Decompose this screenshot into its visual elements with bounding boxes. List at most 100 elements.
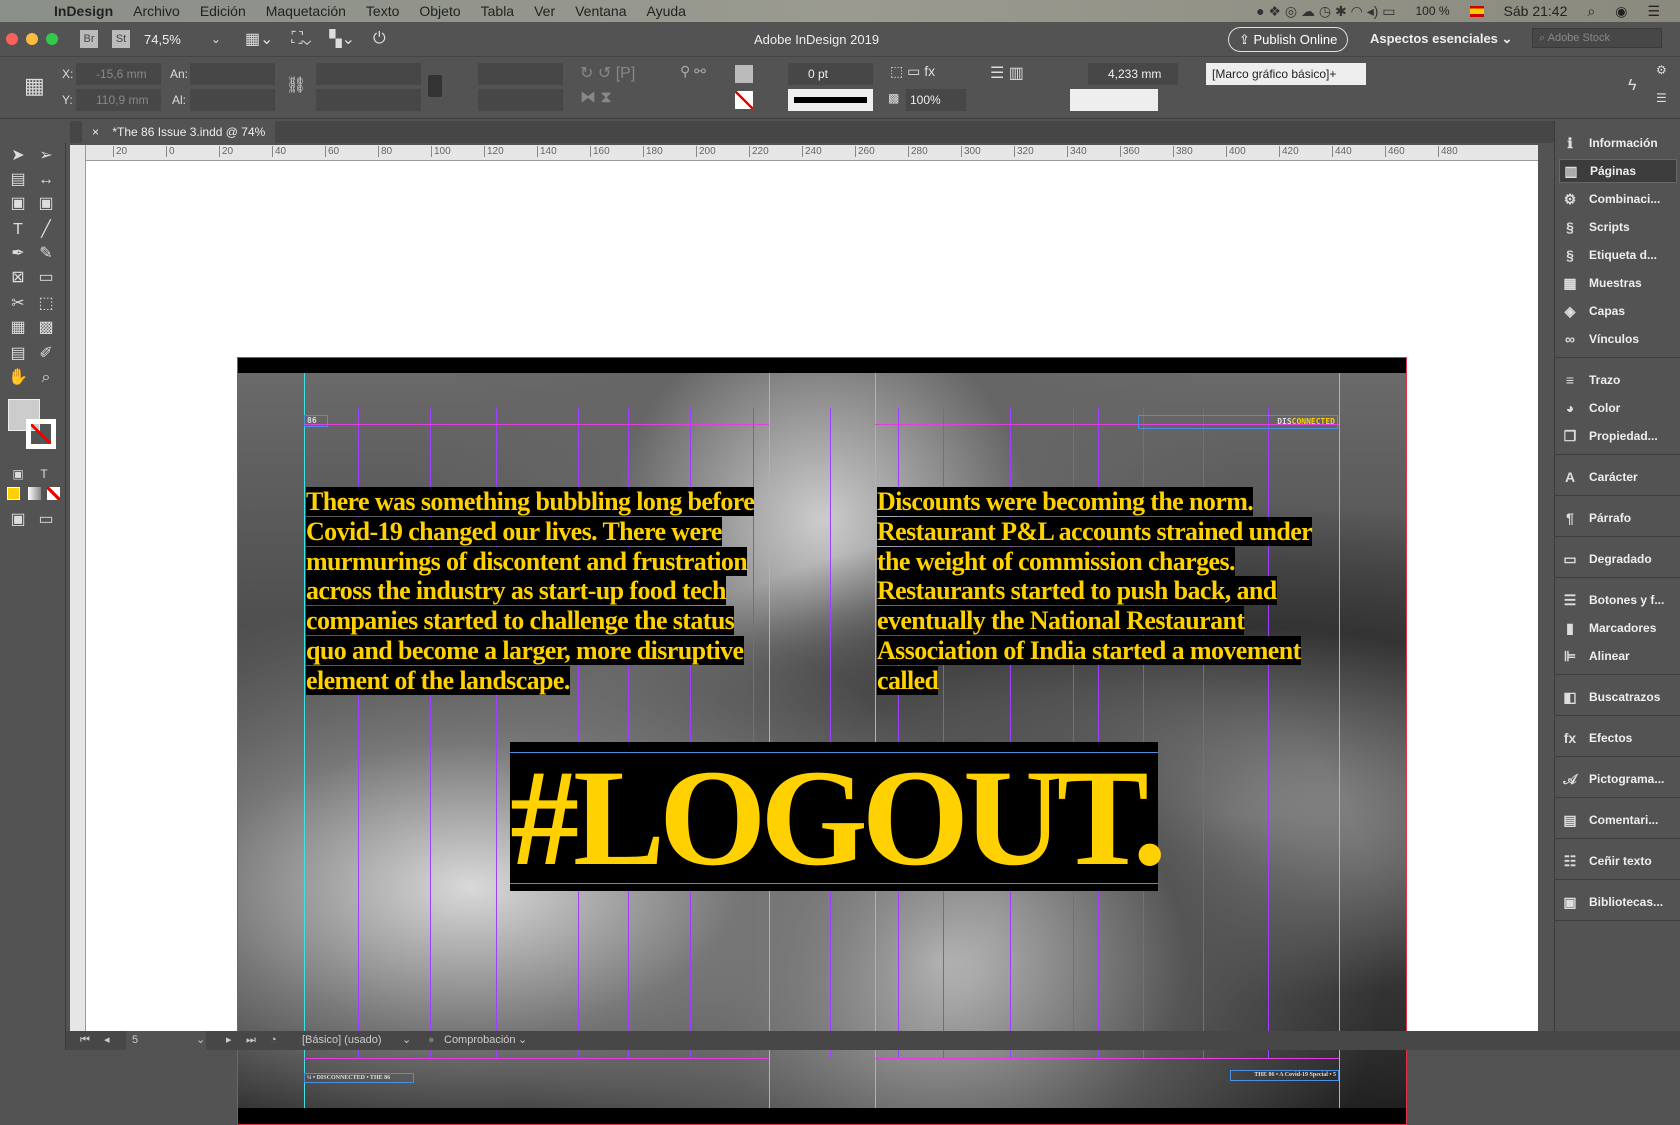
select-container-icons[interactable]: ⚲ ⚯: [680, 63, 706, 80]
horizontal-ruler[interactable]: 20 0 20 40 60 80 100 120 140 160 180 200 220 240 260 28…: [86, 145, 1538, 161]
panel-buttons[interactable]: ☰ Botones y f...: [1559, 588, 1677, 612]
panel-links[interactable]: ∞ Vínculos: [1559, 327, 1677, 351]
master-page-label[interactable]: [Básico] (usado): [302, 1031, 381, 1050]
prev-page-icon[interactable]: ◂: [104, 1031, 110, 1050]
menu-objeto[interactable]: Objeto: [419, 3, 460, 19]
notifications-icon[interactable]: ☰: [1647, 3, 1660, 20]
gradient-tool-icon[interactable]: ▦: [6, 317, 30, 339]
document-tab[interactable]: × *The 86 Issue 3.indd @ 74%: [82, 121, 276, 143]
arrange-documents-icon[interactable]: ▚⌄: [329, 29, 355, 49]
content-placer-icon[interactable]: ▣: [34, 193, 58, 215]
opacity-icon[interactable]: ▩: [888, 91, 899, 105]
stock-button[interactable]: St: [112, 30, 130, 48]
free-transform-tool-icon[interactable]: ⬚: [34, 293, 58, 315]
panel-pages[interactable]: ▥ Páginas: [1559, 159, 1677, 183]
vertical-ruler[interactable]: [70, 145, 86, 1031]
flip-icons[interactable]: ⧓ ⧗: [580, 87, 612, 107]
panel-info[interactable]: ℹ Información: [1559, 131, 1677, 155]
chevron-down-icon[interactable]: ⌄: [402, 1031, 411, 1050]
preflight-label[interactable]: Comprobación: [444, 1031, 516, 1050]
y-field[interactable]: 110,9 mm: [76, 89, 161, 111]
line-tool-icon[interactable]: ╱: [34, 219, 58, 241]
footer-left[interactable]: ¼ • DISCONNECTED • THE 86: [304, 1073, 414, 1083]
fill-swatch[interactable]: [735, 65, 753, 83]
minimize-window-button[interactable]: [26, 33, 38, 45]
eyedropper-tool-icon[interactable]: ✐: [34, 343, 58, 365]
publish-online-button[interactable]: ⇪ Publish Online: [1228, 27, 1349, 52]
scale-x-field[interactable]: [316, 63, 421, 85]
last-page-icon[interactable]: ⏭: [246, 1031, 256, 1050]
panel-bookmarks[interactable]: ▮ Marcadores: [1559, 616, 1677, 640]
panel-menu-icon[interactable]: ☰: [1656, 91, 1667, 105]
stroke-weight-field[interactable]: 0 pt: [788, 63, 873, 85]
wrap-offset-field[interactable]: 4,233 mm: [1088, 63, 1178, 85]
page-tool-icon[interactable]: ▤: [6, 169, 30, 191]
formatting-container-icon[interactable]: ▣: [6, 463, 30, 485]
screen-mode-icon[interactable]: ⛶⌄: [291, 30, 311, 48]
spotlight-icon[interactable]: ⌕: [1587, 3, 1595, 20]
panel-comments[interactable]: ▤ Comentari...: [1559, 808, 1677, 832]
section-header[interactable]: DISCONNECTED: [1138, 415, 1338, 429]
menu-texto[interactable]: Texto: [366, 3, 399, 19]
adobe-stock-search[interactable]: ⌕ Adobe Stock: [1532, 28, 1662, 48]
settings-icon[interactable]: ⚙: [1656, 63, 1667, 77]
footer-right[interactable]: THE 86 • A Covid-19 Special • 5: [1230, 1070, 1339, 1081]
panel-gradient[interactable]: ▭ Degradado: [1559, 547, 1677, 571]
panel-properties[interactable]: ❐ Propiedad...: [1559, 424, 1677, 448]
right-body-text-frame[interactable]: Discounts were becoming the norm. Restau…: [877, 487, 1317, 696]
note-tool-icon[interactable]: ▤: [6, 343, 30, 365]
object-style-select[interactable]: [Marco gráfico básico]+: [1206, 63, 1366, 85]
screen-mode-normal-icon[interactable]: ▣: [6, 509, 30, 531]
rotation-field[interactable]: [478, 63, 563, 85]
close-window-button[interactable]: [6, 33, 18, 45]
height-field[interactable]: [190, 89, 275, 111]
panel-layers[interactable]: ◈ Capas: [1559, 299, 1677, 323]
panel-color[interactable]: ◕ Color: [1559, 396, 1677, 420]
panel-stroke[interactable]: ≡ Trazo: [1559, 368, 1677, 392]
menu-ayuda[interactable]: Ayuda: [647, 3, 686, 19]
siri-icon[interactable]: ◉: [1615, 3, 1627, 20]
zoom-window-button[interactable]: [46, 33, 58, 45]
frame-fitting-icons[interactable]: ⬚ ▭ fx: [890, 63, 935, 80]
bridge-button[interactable]: Br: [80, 30, 98, 48]
chevron-down-icon[interactable]: ⌄: [211, 32, 221, 46]
formatting-text-icon[interactable]: T: [32, 463, 56, 485]
panel-text-wrap[interactable]: ☷ Ceñir texto: [1559, 849, 1677, 873]
panel-scripts[interactable]: § Scripts: [1559, 215, 1677, 239]
clock[interactable]: Sáb 21:42: [1504, 3, 1568, 19]
rectangle-frame-tool-icon[interactable]: ⊠: [6, 267, 30, 289]
stroke-type-select[interactable]: [788, 89, 873, 111]
scissors-tool-icon[interactable]: ✂: [6, 293, 30, 315]
scale-y-field[interactable]: [316, 89, 421, 111]
menu-ver[interactable]: Ver: [534, 3, 555, 19]
type-tool-icon[interactable]: T: [6, 219, 30, 241]
pencil-tool-icon[interactable]: ✎: [34, 243, 58, 265]
preview-mode-icon[interactable]: ▭: [34, 509, 58, 531]
pen-tool-icon[interactable]: ✒: [6, 243, 30, 265]
close-tab-icon[interactable]: ×: [92, 125, 99, 139]
zoom-tool-icon[interactable]: ⌕: [34, 367, 58, 389]
menu-archivo[interactable]: Archivo: [133, 3, 180, 19]
panel-pathfinder[interactable]: ◧ Buscatrazos: [1559, 685, 1677, 709]
reference-point-icon[interactable]: ▦: [24, 73, 45, 99]
page-number-field[interactable]: 5: [126, 1031, 206, 1050]
hand-tool-icon[interactable]: ✋: [6, 367, 30, 389]
corner-shape-select[interactable]: [1070, 89, 1158, 111]
panel-character[interactable]: A Carácter: [1559, 465, 1677, 489]
panel-swatches[interactable]: ▦ Muestras: [1559, 271, 1677, 295]
opacity-field[interactable]: 100%: [906, 89, 966, 111]
menu-app[interactable]: InDesign: [54, 3, 113, 19]
panel-libraries[interactable]: ▣ Bibliotecas...: [1559, 890, 1677, 914]
menu-tabla[interactable]: Tabla: [481, 3, 514, 19]
gap-tool-icon[interactable]: ↔: [34, 169, 58, 191]
panel-align[interactable]: ⊫ Alinear: [1559, 644, 1677, 668]
folio-number[interactable]: 86: [304, 415, 328, 427]
menu-maquetacion[interactable]: Maquetación: [266, 3, 346, 19]
apply-none-icon[interactable]: [47, 487, 60, 500]
panel-data-merge[interactable]: ⚙ Combinaci...: [1559, 187, 1677, 211]
x-field[interactable]: -15,6 mm: [76, 63, 161, 85]
pasteboard[interactable]: 86 DISCONNECTED There was something bubb…: [86, 161, 1538, 1125]
constrain-proportions-icon[interactable]: ⛓: [286, 75, 306, 95]
rectangle-tool-icon[interactable]: ▭: [34, 267, 58, 289]
chevron-down-icon[interactable]: ⌄: [196, 1031, 205, 1050]
